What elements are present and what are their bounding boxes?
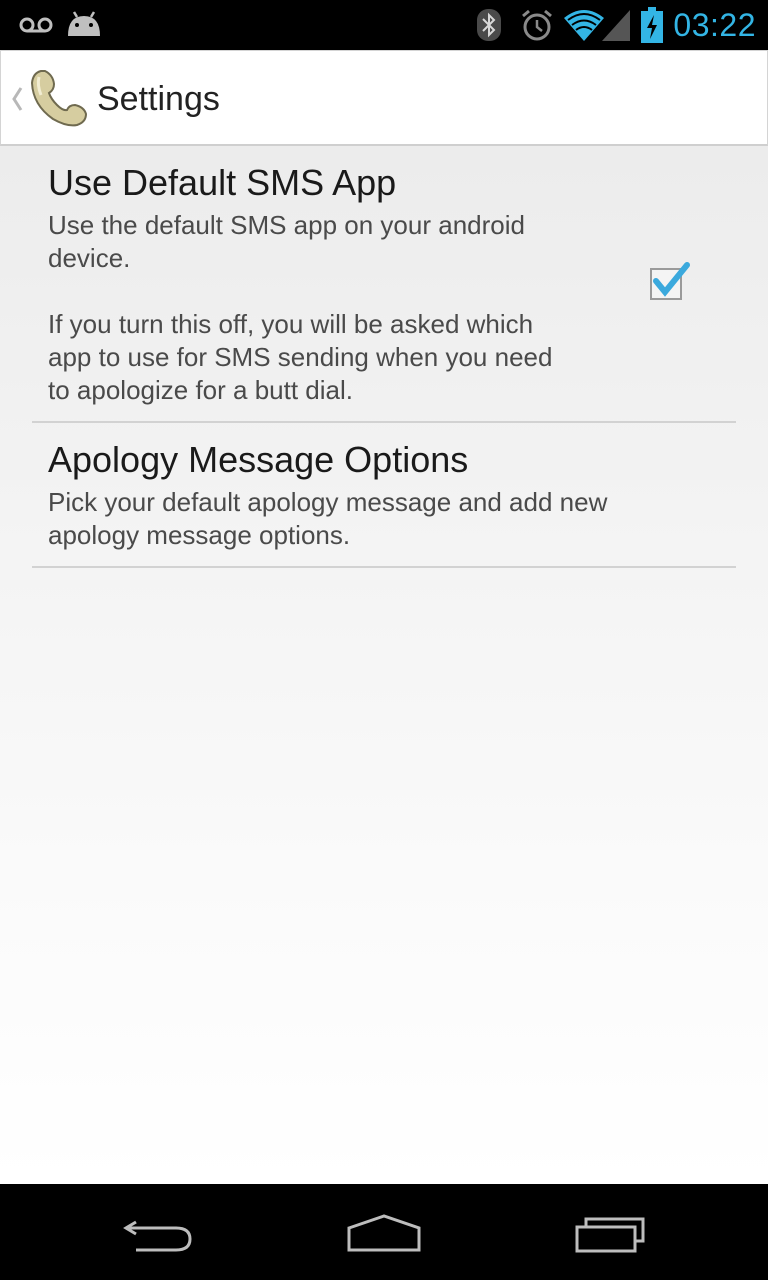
android-icon xyxy=(68,11,100,36)
up-navigation-icon[interactable] xyxy=(9,84,25,114)
action-bar: Settings xyxy=(0,50,768,146)
battery-charging-icon xyxy=(641,7,663,43)
status-bar-clock: 03:22 xyxy=(673,7,756,43)
recent-apps-icon[interactable] xyxy=(574,1216,646,1254)
back-icon[interactable] xyxy=(122,1214,196,1254)
pref-summary: Pick your default apology message and ad… xyxy=(48,487,608,550)
bluetooth-icon xyxy=(477,9,501,41)
checkbox-checked-icon[interactable] xyxy=(646,261,696,303)
status-bar: 03:22 xyxy=(0,0,768,50)
phone-handset-icon[interactable] xyxy=(29,67,89,129)
pref-title: Apology Message Options xyxy=(48,439,469,480)
voicemail-icon xyxy=(19,17,53,33)
settings-list: Use Default SMS App Use the default SMS … xyxy=(0,146,768,1184)
pref-title: Use Default SMS App xyxy=(48,162,397,203)
pref-use-default-sms-app[interactable]: Use Default SMS App Use the default SMS … xyxy=(32,146,736,423)
home-icon[interactable] xyxy=(346,1214,422,1254)
pref-summary: Use the default SMS app on your android … xyxy=(48,210,553,405)
navigation-bar xyxy=(0,1184,768,1280)
alarm-icon xyxy=(522,9,552,41)
signal-icon xyxy=(602,10,630,41)
page-title: Settings xyxy=(97,80,220,118)
pref-apology-message-options[interactable]: Apology Message Options Pick your defaul… xyxy=(32,423,736,568)
